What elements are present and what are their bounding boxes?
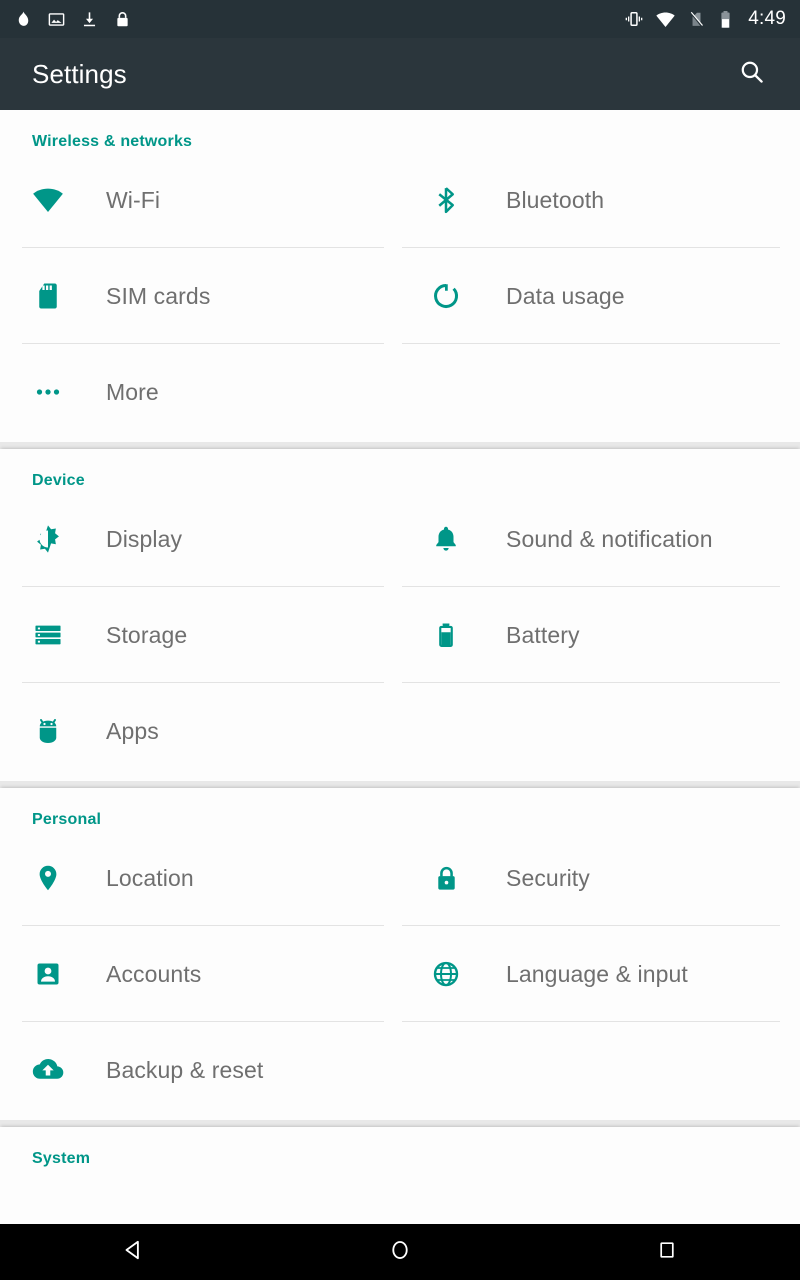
setting-item-security[interactable]: Security xyxy=(400,830,800,926)
setting-item-accounts[interactable]: Accounts xyxy=(0,926,400,1022)
lock-icon xyxy=(420,854,472,902)
section-personal: Personal Location Security Accounts Lang… xyxy=(0,788,800,1120)
status-bar-right-icons: 4:49 xyxy=(624,8,786,30)
setting-item-bluetooth[interactable]: Bluetooth xyxy=(400,152,800,248)
more-icon xyxy=(22,368,74,416)
section-grid: Wi-Fi Bluetooth SIM cards Data usage Mor… xyxy=(0,152,800,440)
setting-item-label: Security xyxy=(506,864,590,891)
section-wireless-networks: Wireless & networks Wi-Fi Bluetooth SIM … xyxy=(0,110,800,442)
setting-item-label: Apps xyxy=(106,717,159,744)
status-bar: 4:49 xyxy=(0,0,800,38)
setting-item-label: Display xyxy=(106,525,183,552)
setting-item-storage[interactable]: Storage xyxy=(0,587,400,683)
setting-item-empty xyxy=(400,344,800,440)
setting-item-display[interactable]: Display xyxy=(0,491,400,587)
wifi-icon xyxy=(655,9,676,30)
status-bar-clock: 4:49 xyxy=(748,8,786,29)
page-title: Settings xyxy=(32,58,127,89)
setting-item-label: SIM cards xyxy=(106,282,211,309)
setting-item-sound-notification[interactable]: Sound & notification xyxy=(400,491,800,587)
search-button[interactable] xyxy=(728,50,776,98)
setting-item-label: Sound & notification xyxy=(506,525,713,552)
bell-icon xyxy=(420,515,472,563)
account-icon xyxy=(22,950,74,998)
status-bar-left-icons xyxy=(14,10,132,29)
android-icon xyxy=(22,707,74,755)
search-icon xyxy=(738,58,766,91)
nav-recents-button[interactable] xyxy=(612,1224,722,1280)
section-grid: Location Security Accounts Language & in… xyxy=(0,830,800,1118)
battery-icon xyxy=(717,10,734,29)
section-header: Device xyxy=(32,472,85,489)
data-usage-icon xyxy=(420,272,472,320)
setting-item-empty xyxy=(400,683,800,779)
globe-icon xyxy=(420,950,472,998)
setting-item-data-usage[interactable]: Data usage xyxy=(400,248,800,344)
setting-item-sim-cards[interactable]: SIM cards xyxy=(0,248,400,344)
navigation-bar xyxy=(0,1224,800,1280)
nav-home-button[interactable] xyxy=(345,1224,455,1280)
setting-item-language-input[interactable]: Language & input xyxy=(400,926,800,1022)
sim-card-icon xyxy=(22,272,74,320)
brightness-icon xyxy=(22,515,74,563)
no-sim-icon xyxy=(687,10,706,29)
battery-icon xyxy=(420,611,472,659)
section-header: Wireless & networks xyxy=(32,133,193,150)
settings-list[interactable]: Wireless & networks Wi-Fi Bluetooth SIM … xyxy=(0,110,800,1280)
setting-item-battery[interactable]: Battery xyxy=(400,587,800,683)
wifi-icon xyxy=(22,176,74,224)
storage-icon xyxy=(22,611,74,659)
setting-item-label: Accounts xyxy=(106,960,202,987)
section-device: Device Display Sound & notification Stor… xyxy=(0,449,800,781)
setting-item-label: Battery xyxy=(506,621,580,648)
setting-item-label: Data usage xyxy=(506,282,625,309)
section-header: Personal xyxy=(32,811,102,828)
back-triangle-icon xyxy=(120,1237,146,1268)
section-header: System xyxy=(32,1150,91,1167)
cloud-upload-icon xyxy=(22,1046,74,1094)
app-bar: Settings xyxy=(0,38,800,110)
nav-back-button[interactable] xyxy=(78,1224,188,1280)
home-circle-icon xyxy=(387,1237,413,1268)
setting-item-label: Bluetooth xyxy=(506,186,605,213)
setting-item-label: More xyxy=(106,378,159,405)
setting-item-empty xyxy=(400,1022,800,1118)
setting-item-label: Location xyxy=(106,864,194,891)
setting-item-backup-reset[interactable]: Backup & reset xyxy=(0,1022,400,1118)
bluetooth-icon xyxy=(420,176,472,224)
setting-item-label: Wi-Fi xyxy=(106,186,161,213)
setting-item-apps[interactable]: Apps xyxy=(0,683,400,779)
setting-item-label: Language & input xyxy=(506,960,688,987)
location-pin-icon xyxy=(22,854,74,902)
setting-item-wifi[interactable]: Wi-Fi xyxy=(0,152,400,248)
android-settings-screen: 4:49 Settings Wireless & networks Wi-Fi … xyxy=(0,0,800,1280)
setting-item-location[interactable]: Location xyxy=(0,830,400,926)
recents-square-icon xyxy=(655,1238,679,1267)
setting-item-more[interactable]: More xyxy=(0,344,400,440)
flame-icon xyxy=(14,10,33,29)
vibrate-icon xyxy=(624,9,644,29)
section-grid: Display Sound & notification Storage Bat… xyxy=(0,491,800,779)
download-icon xyxy=(80,10,99,29)
image-icon xyxy=(47,10,66,29)
lock-icon xyxy=(113,10,132,29)
setting-item-label: Storage xyxy=(106,621,188,648)
setting-item-label: Backup & reset xyxy=(106,1056,264,1083)
